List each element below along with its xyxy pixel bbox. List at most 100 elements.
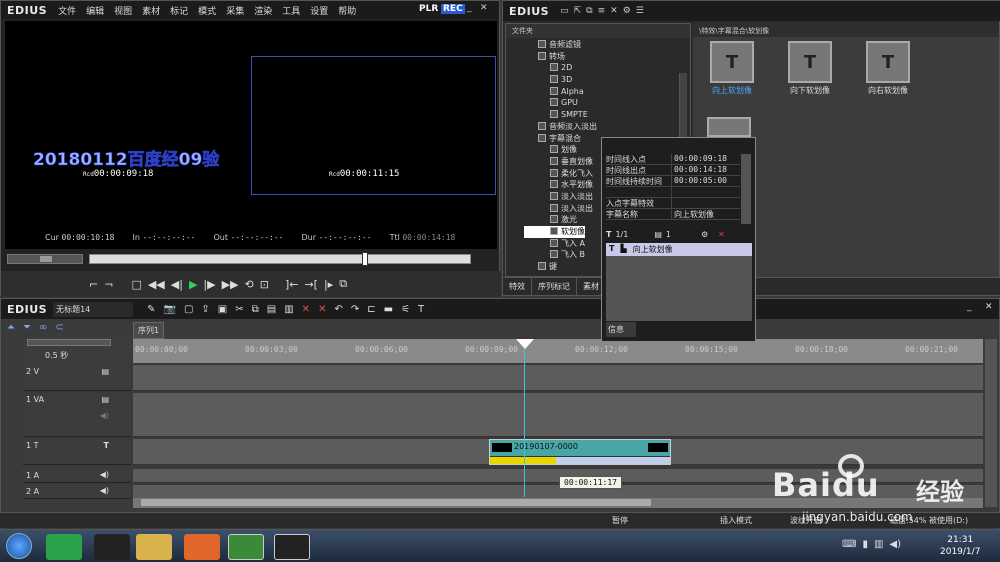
delete-clip-icon[interactable]: ✕ (302, 304, 310, 315)
marker-icon[interactable]: ▬ (384, 304, 393, 315)
thumb-1[interactable]: T 向上软划像 (707, 41, 757, 101)
menu-capture[interactable]: 采集 (221, 4, 249, 17)
track-header-1va[interactable]: 1 VA ▤ ◀) (23, 393, 131, 437)
mode-icon-2[interactable]: ⏷ (23, 322, 31, 333)
tree-item[interactable]: Alpha (524, 86, 690, 98)
taskbar-app-1[interactable] (46, 534, 82, 560)
audio-icon[interactable]: ◀) (100, 411, 109, 420)
playhead-marker[interactable] (362, 252, 368, 266)
open-icon[interactable]: ⇪ (201, 304, 209, 315)
tree-item[interactable]: 2D (524, 62, 690, 74)
track-1va[interactable] (133, 393, 983, 437)
title-track-icon[interactable]: T (104, 441, 109, 450)
info-scrollbar[interactable] (741, 154, 751, 224)
track-1va-icon[interactable]: ▤ (101, 395, 109, 404)
sequence-tab[interactable]: 序列1 (133, 322, 165, 339)
scale-label[interactable]: 0.5 秒 (45, 350, 68, 361)
jog-slider[interactable] (7, 254, 83, 264)
title-clip[interactable]: 20190107-0000 (489, 439, 671, 465)
position-bar[interactable] (89, 252, 471, 266)
tree-item[interactable]: 音频淡入淡出 (524, 121, 690, 133)
menu-tools[interactable]: 工具 (277, 4, 305, 17)
rec-badge[interactable]: REC (441, 4, 465, 14)
speaker-icon-2[interactable]: ◀) (100, 486, 109, 495)
minimize-icon[interactable]: _ (467, 3, 472, 13)
track-2a[interactable] (133, 485, 983, 499)
thumb-4[interactable] (707, 117, 751, 137)
volume-icon[interactable]: ◀) (889, 539, 901, 550)
mode-icon-3[interactable]: ∞ (39, 322, 47, 333)
taskbar-firefox[interactable] (184, 534, 220, 560)
thumb-2[interactable]: T 向下软划像 (785, 41, 835, 101)
mode-icon-1[interactable]: ⏶ (7, 322, 15, 333)
step-back-icon[interactable]: ◀| (171, 278, 183, 291)
tree-item[interactable]: 3D (524, 74, 690, 86)
copy-icon[interactable]: ⧉ (586, 6, 592, 16)
info-list-item[interactable]: T ▙ 向上软划像 (606, 243, 752, 256)
replace-icon[interactable]: ▥ (284, 304, 293, 315)
split-icon[interactable]: |▸ (324, 278, 333, 291)
track-2v[interactable] (133, 365, 983, 391)
time-ruler[interactable]: 00:00:00;00 00:00:03;00 00:00:06;00 00:00:0… (133, 339, 983, 363)
set-out-icon[interactable]: ¬ (104, 278, 113, 291)
track-header-1a[interactable]: 1 A ◀) (23, 469, 131, 483)
step-forward-icon[interactable]: |▶ (203, 278, 215, 291)
info-footer[interactable]: 信息 (606, 322, 636, 337)
remove-icon[interactable]: ✕ (718, 230, 725, 239)
tab-sequence-markers[interactable]: 序列标记 (532, 278, 577, 295)
network-icon[interactable]: ▥ (874, 539, 883, 550)
tree-item[interactable]: 软划像 (524, 226, 585, 238)
undo-icon[interactable]: ↶ (334, 304, 342, 315)
tree-item[interactable]: 音频滤镜 (524, 39, 690, 51)
loop-icon[interactable]: ⟲ (245, 278, 254, 291)
track-2v-icon[interactable]: ▤ (101, 367, 109, 376)
tree-item[interactable]: 转场 (524, 51, 690, 63)
properties-icon[interactable]: ⚙ (623, 6, 631, 16)
horizontal-scrollbar[interactable] (133, 498, 983, 508)
track-header-2v[interactable]: 2 V ▤ (23, 365, 131, 391)
keyboard-icon[interactable]: ⌨ (842, 539, 856, 550)
taskbar-edius[interactable] (228, 534, 264, 560)
stop-icon[interactable]: □ (131, 278, 141, 291)
taskbar-explorer[interactable] (136, 534, 172, 560)
close-icon[interactable]: ✕ (480, 3, 488, 13)
output-icon[interactable]: ⧉ (339, 277, 347, 291)
menu-render[interactable]: 渲染 (249, 4, 277, 17)
menu-marker[interactable]: 标记 (165, 4, 193, 17)
menu-edit[interactable]: 编辑 (81, 4, 109, 17)
taskbar-recorder[interactable] (274, 534, 310, 560)
save-icon[interactable]: ▣ (218, 304, 227, 315)
tree-item[interactable]: SMPTE (524, 109, 690, 121)
menu-file[interactable]: 文件 (53, 4, 81, 17)
tab-effects[interactable]: 特效 (503, 278, 532, 295)
menu-help[interactable]: 帮助 (333, 4, 361, 17)
taskbar-app-2[interactable] (94, 534, 130, 560)
tree-item[interactable]: GPU (524, 97, 690, 109)
menu-view[interactable]: 视图 (109, 4, 137, 17)
snap-icon[interactable]: ⊏ (367, 304, 375, 315)
timeline-close-icon[interactable]: ✕ (985, 302, 993, 312)
cut-icon[interactable]: ✂ (235, 304, 243, 315)
copy-clip-icon[interactable]: ⧉ (252, 304, 259, 315)
redo-icon[interactable]: ↷ (351, 304, 359, 315)
speaker-icon-1[interactable]: ◀) (100, 470, 109, 479)
menu-mode[interactable]: 模式 (193, 4, 221, 17)
play-icon[interactable]: ▶ (189, 278, 197, 291)
track-header-2a[interactable]: 2 A ◀) (23, 485, 131, 499)
folder-icon[interactable]: ▭ (560, 6, 569, 16)
menu-settings[interactable]: 设置 (305, 4, 333, 17)
vertical-scrollbar[interactable] (985, 339, 997, 507)
start-button[interactable] (6, 533, 32, 559)
track-header-1t[interactable]: 1 TT (23, 439, 131, 465)
rewind-icon[interactable]: ◀◀ (148, 278, 165, 291)
play-around-icon[interactable]: ⊡ (260, 278, 269, 291)
paste-icon[interactable]: ▤ (267, 304, 276, 315)
playhead-triangle[interactable] (516, 339, 534, 349)
view-icon[interactable]: ≡ (598, 6, 606, 16)
mixer-icon[interactable]: ⚟ (401, 304, 410, 315)
title-icon[interactable]: T (418, 304, 424, 315)
fast-forward-icon[interactable]: ▶▶ (222, 278, 239, 291)
mixer-lane[interactable] (490, 456, 670, 464)
overwrite-icon[interactable]: →[ (304, 278, 318, 291)
menu-clip[interactable]: 素材 (137, 4, 165, 17)
